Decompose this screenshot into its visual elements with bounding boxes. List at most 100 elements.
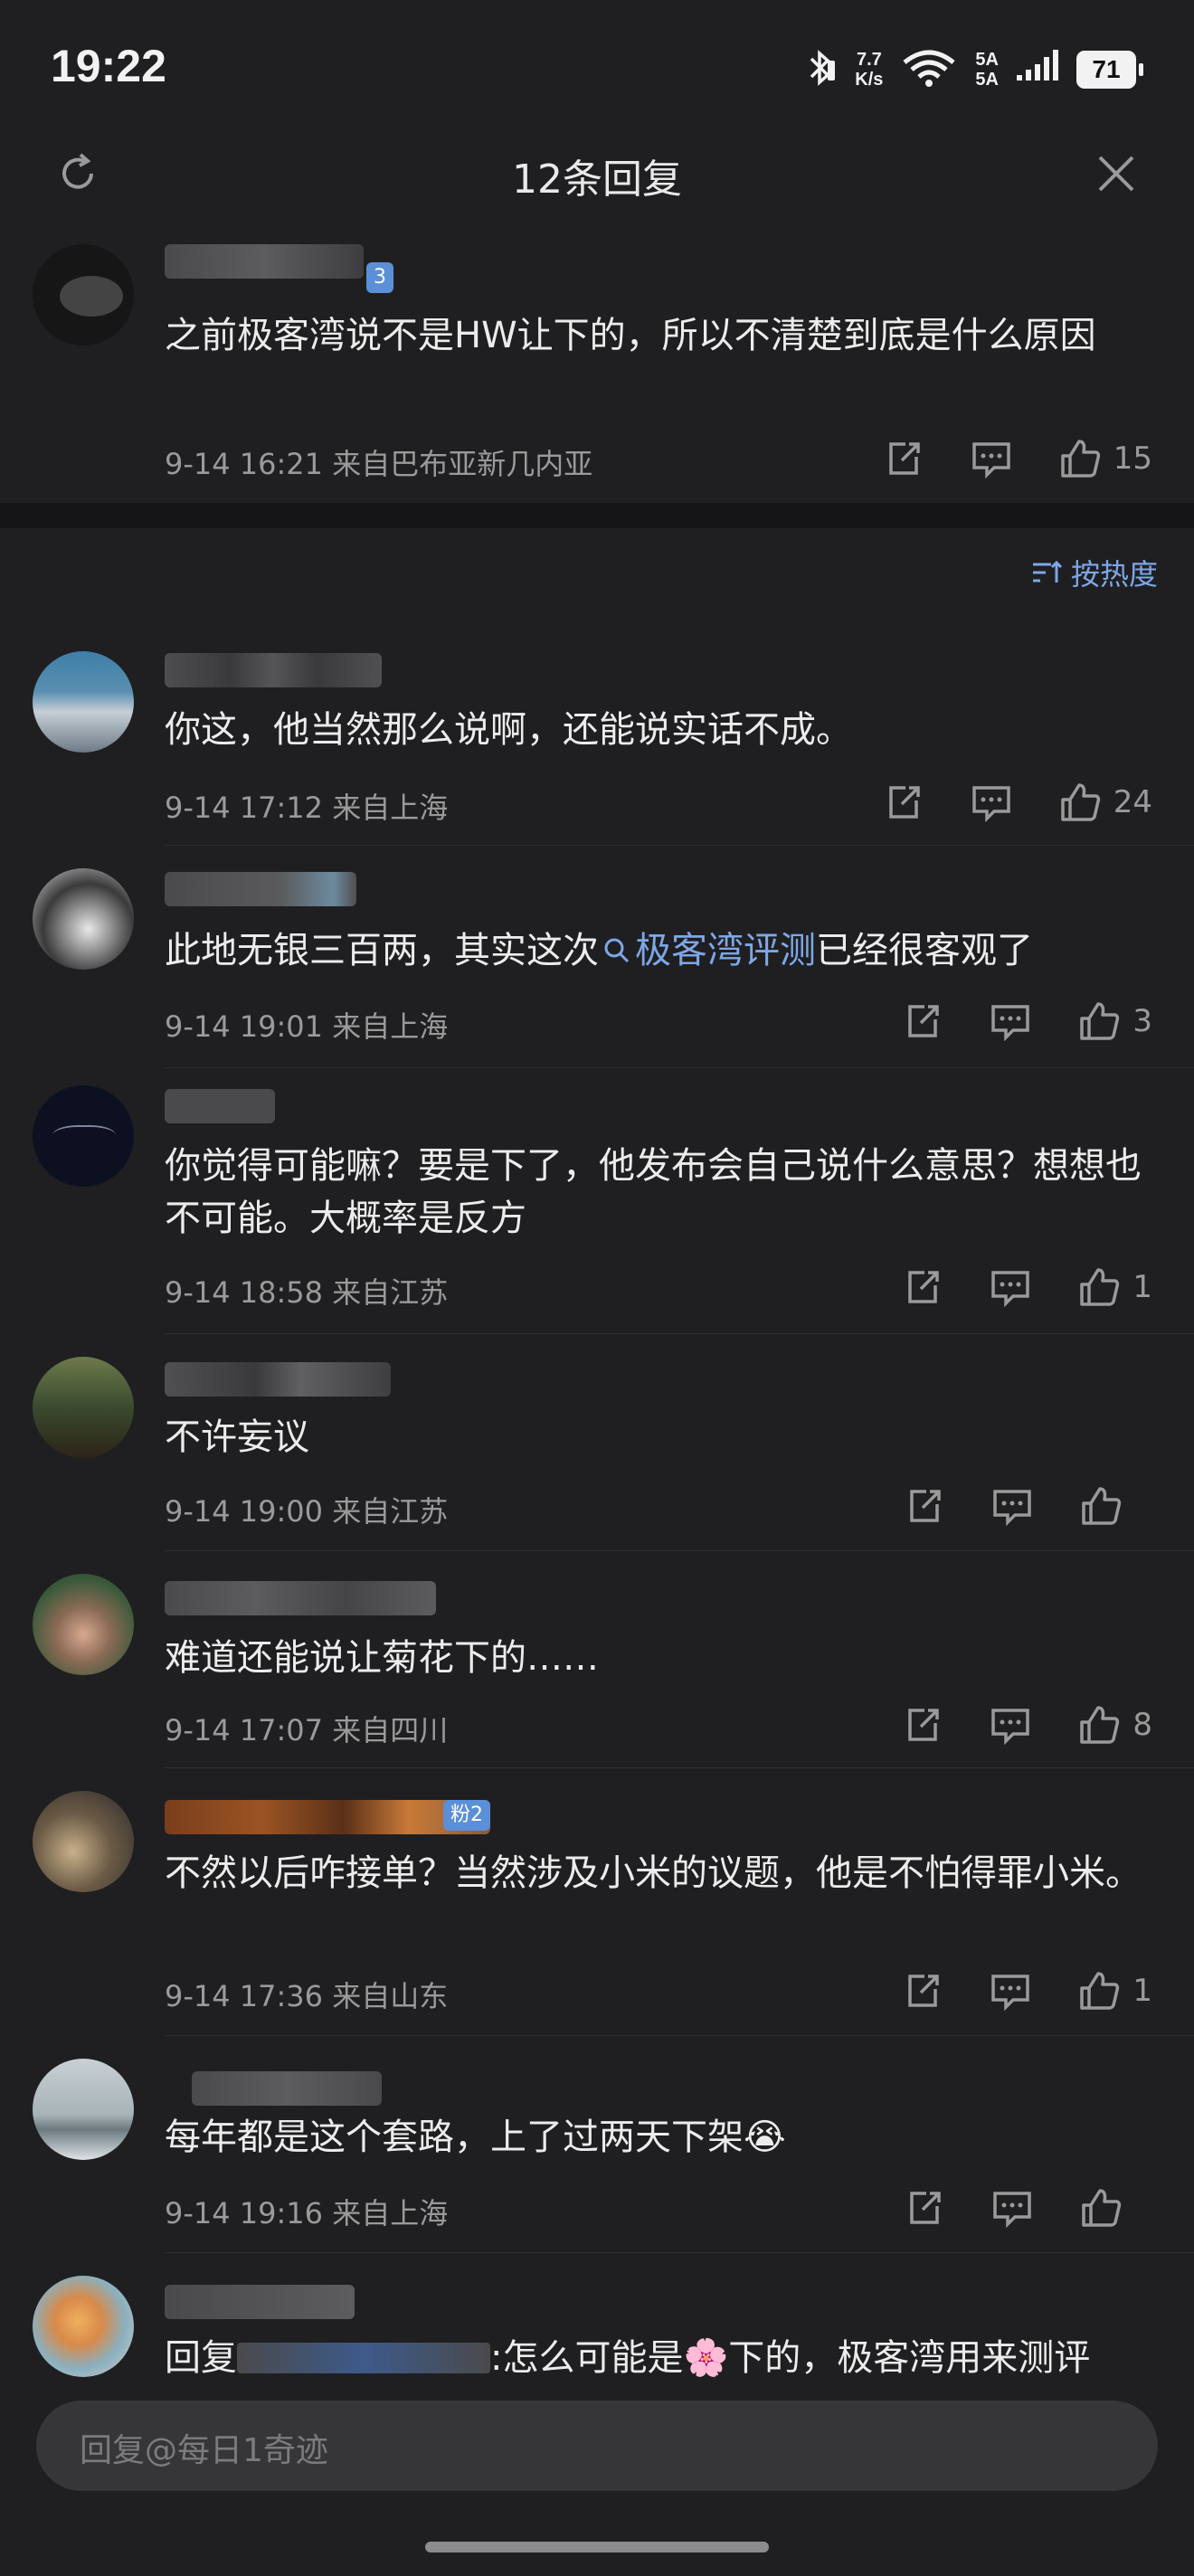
- comment-meta: 9-14 19:00 来自江苏: [165, 1494, 449, 1529]
- like-button[interactable]: 1: [1078, 1968, 1152, 2013]
- comment-icon: [971, 786, 1010, 822]
- share-button[interactable]: [884, 436, 924, 481]
- reply-button[interactable]: [990, 1264, 1031, 1310]
- divider: [165, 2252, 1194, 2253]
- like-button[interactable]: [1080, 1483, 1152, 1529]
- comment-icon: [993, 2192, 1031, 2228]
- comment-text: 难道还能说让菊花下的……: [165, 1637, 599, 1679]
- reply-item: 回复:怎么可能是🌸下的，极客湾用来测评: [0, 2276, 1194, 2388]
- comment-actions: [858, 1483, 1152, 1529]
- divider: [165, 2035, 1194, 2036]
- avatar[interactable]: [33, 1357, 134, 1458]
- like-count: 3: [1132, 1003, 1152, 1039]
- comment-text: 之前极客湾说不是HW让下的，所以不清楚到底是什么原因: [165, 315, 1096, 356]
- wifi-icon: [901, 48, 957, 91]
- sort-icon: [1032, 560, 1062, 582]
- like-button[interactable]: 3: [1078, 999, 1152, 1044]
- mention-blurred[interactable]: [237, 2343, 490, 2373]
- divider: [165, 845, 1194, 846]
- username-blurred[interactable]: [165, 1581, 436, 1615]
- comment-actions: 1: [856, 1968, 1152, 2013]
- sim-label: 5A 5A: [975, 50, 999, 90]
- like-count: 24: [1113, 784, 1152, 820]
- username-blurred[interactable]: [165, 872, 356, 906]
- share-button[interactable]: [903, 1264, 943, 1310]
- reply-button[interactable]: [971, 780, 1012, 825]
- status-bar: 19:22 7.7 K/s 5A 5A 71: [0, 0, 1194, 136]
- comment-actions: 8: [856, 1702, 1152, 1747]
- username-blurred[interactable]: [165, 1089, 275, 1123]
- share-icon: [910, 1490, 941, 1522]
- like-count: 8: [1132, 1707, 1152, 1743]
- comment-icon: [993, 1490, 1031, 1526]
- comment-text: 回复:怎么可能是🌸下的，极客湾用来测评: [165, 2337, 1091, 2379]
- share-button[interactable]: [903, 1968, 943, 2013]
- username-blurred[interactable]: [165, 244, 364, 279]
- avatar[interactable]: [33, 1791, 134, 1892]
- close-button[interactable]: [1089, 147, 1143, 201]
- like-count: 15: [1113, 440, 1152, 477]
- search-icon: [604, 938, 630, 963]
- like-button[interactable]: 8: [1078, 1702, 1152, 1747]
- like-count: 1: [1132, 1973, 1152, 2009]
- reply-button[interactable]: [991, 1483, 1033, 1529]
- thumbs-up-icon: [1060, 783, 1100, 821]
- search-link[interactable]: 极客湾评测: [599, 930, 816, 971]
- thumbs-up-icon: [1080, 1706, 1120, 1744]
- thumbs-up-icon: [1080, 1268, 1120, 1306]
- reply-button[interactable]: [990, 999, 1031, 1044]
- username-blurred[interactable]: [192, 2071, 382, 2106]
- username-blurred[interactable]: [165, 1362, 391, 1397]
- comment-icon: [991, 1975, 1030, 2011]
- fan-badge: 粉2: [443, 1800, 490, 1831]
- avatar[interactable]: [33, 1085, 134, 1187]
- avatar[interactable]: [33, 651, 134, 753]
- comment-meta: 9-14 17:07 来自四川: [165, 1713, 449, 1747]
- share-button[interactable]: [905, 1483, 944, 1529]
- home-indicator[interactable]: [425, 2542, 769, 2552]
- share-button[interactable]: [903, 1702, 943, 1747]
- reply-button[interactable]: [990, 1702, 1031, 1747]
- comment-meta: 9-14 18:58 来自江苏: [165, 1275, 449, 1310]
- comment-icon: [991, 1271, 1030, 1307]
- fan-badge: 3: [366, 262, 393, 293]
- divider: [165, 1767, 1194, 1768]
- avatar[interactable]: [33, 244, 134, 346]
- comment-icon: [971, 442, 1010, 478]
- reply-button[interactable]: [991, 2185, 1033, 2230]
- comment-actions: [858, 2185, 1152, 2230]
- share-button[interactable]: [905, 2185, 944, 2230]
- like-button[interactable]: 24: [1059, 780, 1152, 825]
- avatar[interactable]: [33, 2276, 134, 2377]
- battery-indicator: 71: [1076, 51, 1143, 89]
- comment-meta: 9-14 19:01 来自上海: [165, 1009, 449, 1044]
- comment-text: 不许妄议: [165, 1416, 309, 1458]
- avatar[interactable]: [33, 1574, 134, 1675]
- reply-button[interactable]: [990, 1968, 1031, 2013]
- share-button[interactable]: [903, 999, 943, 1044]
- like-button[interactable]: 15: [1059, 436, 1152, 481]
- status-time: 19:22: [51, 41, 166, 91]
- sort-button[interactable]: 按热度: [1031, 552, 1158, 593]
- like-button[interactable]: 1: [1078, 1264, 1152, 1310]
- username-blurred[interactable]: [165, 653, 382, 687]
- reply-button[interactable]: [971, 436, 1012, 481]
- avatar[interactable]: [33, 2059, 134, 2160]
- username-blurred[interactable]: [165, 2285, 355, 2319]
- status-icons: 7.7 K/s 5A 5A 71: [804, 47, 1143, 92]
- username-blurred[interactable]: [165, 1800, 490, 1834]
- share-icon: [888, 442, 920, 475]
- avatar[interactable]: [33, 868, 134, 970]
- thumbs-up-icon: [1080, 1002, 1120, 1040]
- comment-text: 此地无银三百两，其实这次 极客湾评测已经很客观了: [165, 930, 1033, 971]
- share-icon: [908, 1709, 940, 1741]
- like-count: 1: [1132, 1269, 1152, 1305]
- divider: [165, 1550, 1194, 1551]
- comment-text: 每年都是这个套路，上了过两天下架😭: [165, 2117, 786, 2158]
- reply-input[interactable]: 回复@每日1奇迹: [36, 2401, 1158, 2491]
- thumbs-up-icon: [1082, 1487, 1122, 1525]
- comment-actions: 24: [837, 780, 1152, 825]
- like-button[interactable]: [1080, 2185, 1152, 2230]
- share-button[interactable]: [884, 780, 924, 825]
- comment-text: 你这，他当然那么说啊，还能说实话不成。: [165, 709, 852, 751]
